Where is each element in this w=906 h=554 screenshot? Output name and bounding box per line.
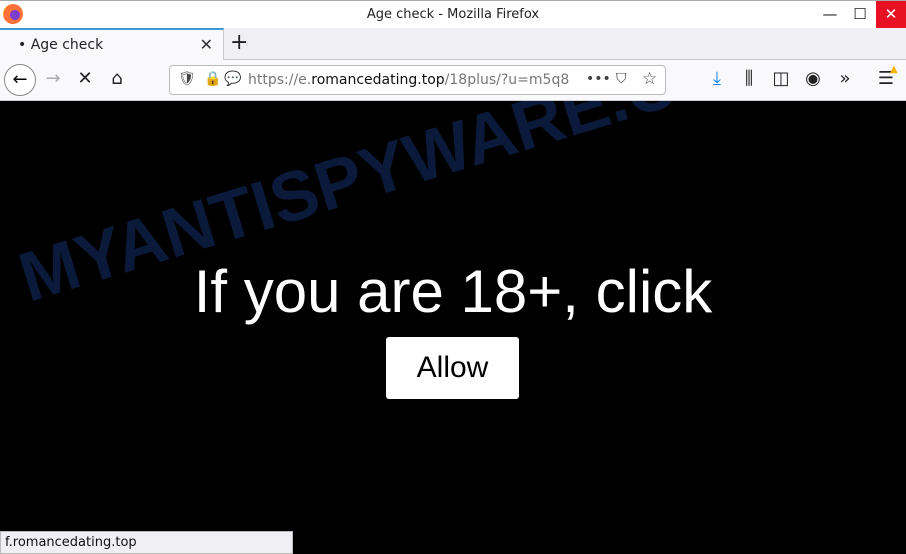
close-window-button[interactable]: ✕ [876,1,906,28]
shield-icon[interactable]: 🛡 [178,71,196,87]
url-bar[interactable]: 🛡 🔒 💬 https://e.romancedating.top/18plus… [169,65,666,95]
page-content: MYANTISPYWARE.COM If you are 18+, click … [0,101,906,554]
overflow-icon[interactable]: » [832,68,858,89]
bookmark-star-icon[interactable]: ☆ [642,69,657,89]
status-bar: f.romancedating.top [0,531,293,554]
tab-label: • Age check [18,37,104,53]
close-tab-icon[interactable]: ✕ [200,35,213,54]
account-icon[interactable]: ◉ [800,68,826,89]
notification-icon[interactable]: 💬 [224,71,241,87]
maximize-button[interactable]: ☐ [845,1,875,28]
window-title: Age check - Mozilla Firefox [366,7,540,22]
title-bar: Age check - Mozilla Firefox — ☐ ✕ [0,0,906,28]
pocket-icon[interactable]: ⛉ [616,71,627,87]
new-tab-button[interactable]: + [230,30,248,55]
home-button[interactable]: ⌂ [104,68,130,89]
age-prompt-heading: If you are 18+, click [193,258,713,325]
back-button[interactable]: ← [4,64,36,96]
allow-button[interactable]: Allow [386,337,519,399]
forward-button[interactable]: → [40,68,66,89]
nav-bar: ← → ✕ ⌂ 🛡 🔒 💬 https://e.romancedating.to… [0,60,906,101]
library-icon[interactable]: ⫼ [736,68,762,89]
page-actions-icon[interactable]: ••• [586,71,611,87]
minimize-button[interactable]: — [815,1,845,28]
warning-icon: ▲ [890,64,898,75]
tab-bar: • Age check ✕ + [0,28,906,60]
download-icon[interactable]: ⤓ [704,68,730,89]
tab-age-check[interactable]: • Age check ✕ [0,28,224,60]
sidebar-icon[interactable]: ◫ [768,68,794,89]
url-text[interactable]: https://e.romancedating.top/18plus/?u=m5… [248,72,578,88]
stop-button[interactable]: ✕ [72,68,98,89]
lock-icon[interactable]: 🔒 [204,71,221,87]
